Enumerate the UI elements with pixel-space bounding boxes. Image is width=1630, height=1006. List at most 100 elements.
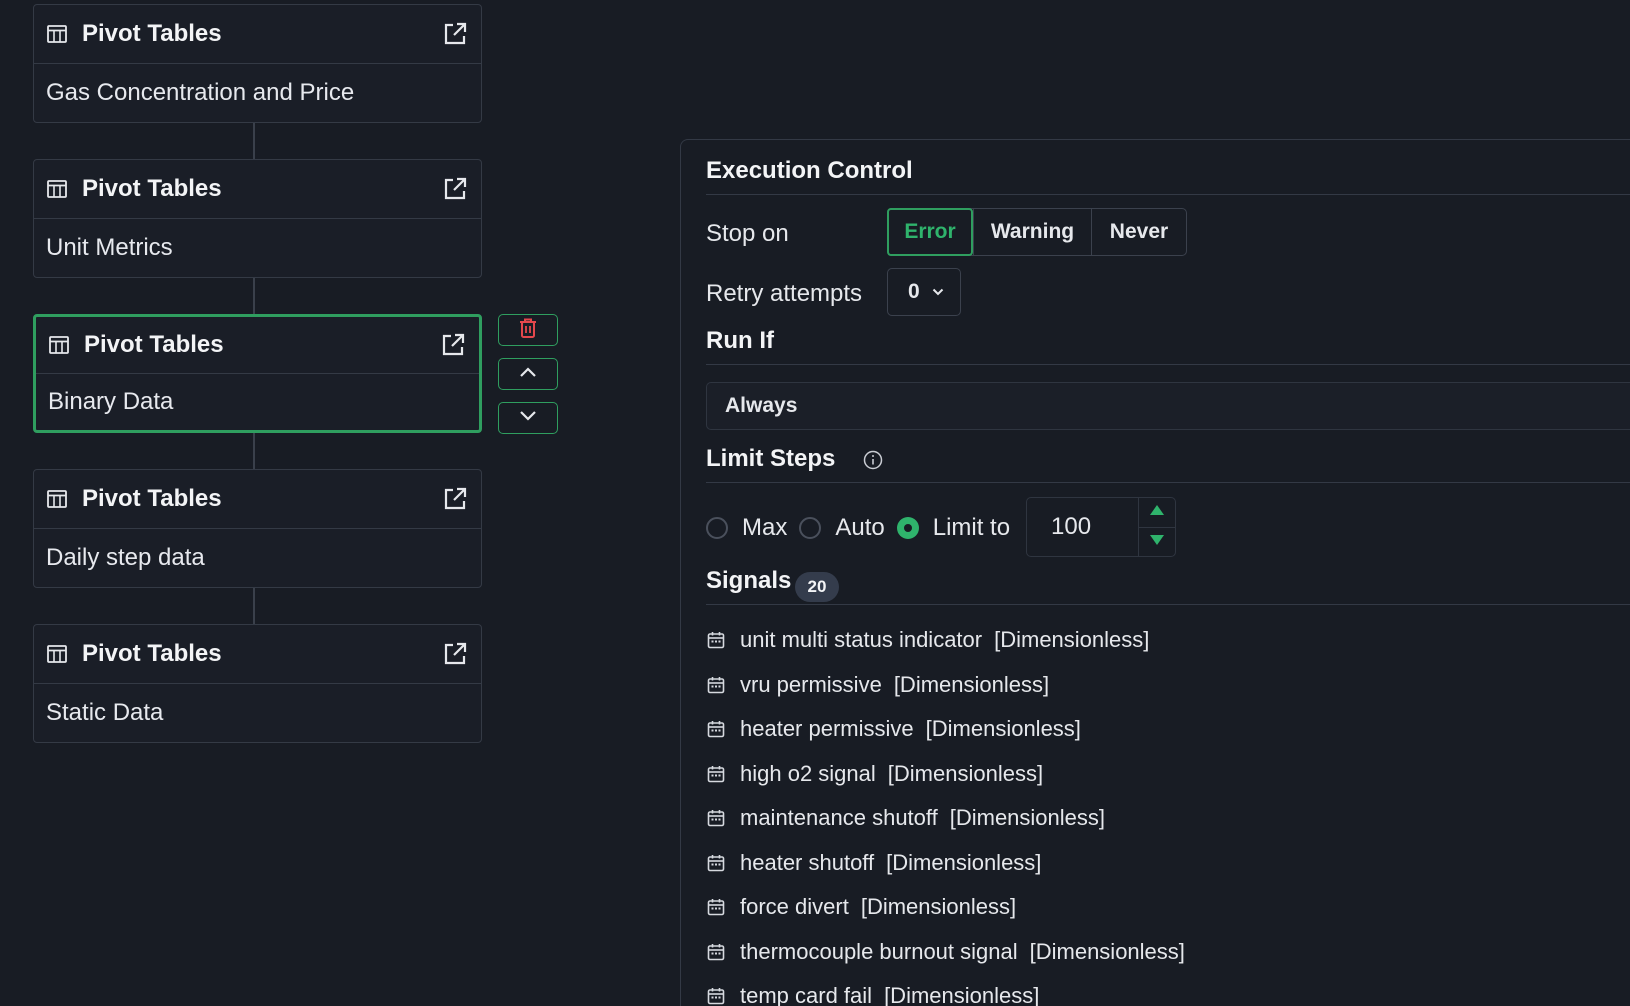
stop-on-error-option[interactable]: Error	[887, 208, 973, 256]
flow-node-selected[interactable]: Pivot Tables Binary Data	[33, 314, 482, 433]
chevron-down-icon	[519, 409, 537, 427]
signal-unit: [Dimensionless]	[886, 849, 1042, 875]
table-icon	[46, 643, 68, 665]
node-header: Pivot Tables	[34, 5, 481, 64]
limit-steps-title: Limit Steps	[706, 445, 836, 472]
number-stepper	[1138, 498, 1175, 556]
signal-item[interactable]: high o2 signal [Dimensionless]	[706, 752, 1185, 797]
stop-on-warning-option[interactable]: Warning	[973, 209, 1091, 255]
limit-steps-radio-group: Max Auto Limit to	[706, 498, 1022, 558]
retry-attempts-value: 0	[908, 280, 920, 303]
triangle-up-icon	[1149, 503, 1165, 521]
decrement-button[interactable]	[1139, 526, 1175, 557]
node-type-label: Pivot Tables	[82, 640, 222, 667]
table-icon	[46, 488, 68, 510]
calendar-icon	[706, 897, 726, 917]
signal-name: vru permissive	[740, 671, 882, 697]
node-name: Static Data	[46, 699, 164, 726]
info-icon[interactable]	[862, 449, 884, 471]
signal-name: heater permissive	[740, 716, 914, 742]
section-divider	[706, 194, 1630, 195]
flow-connector	[253, 123, 255, 159]
move-up-button[interactable]	[498, 358, 558, 390]
signal-item[interactable]: heater permissive [Dimensionless]	[706, 707, 1185, 752]
signal-unit: [Dimensionless]	[860, 894, 1017, 920]
node-header: Pivot Tables	[34, 625, 481, 684]
app-root: Pivot Tables Gas Concentration and Price…	[0, 0, 1630, 1006]
flow-node[interactable]: Pivot Tables Gas Concentration and Price	[33, 4, 482, 123]
signal-item[interactable]: temp card fail [Dimensionless]	[706, 974, 1185, 1006]
run-if-select[interactable]: Always	[706, 382, 1630, 430]
table-icon	[46, 178, 68, 200]
limit-max-radio[interactable]	[706, 517, 728, 539]
section-divider	[706, 482, 1630, 483]
flow-connector	[253, 433, 255, 469]
flow-node[interactable]: Pivot Tables Unit Metrics	[33, 159, 482, 278]
signal-item[interactable]: thermocouple burnout signal [Dimensionles…	[706, 930, 1185, 975]
signals-count-badge: 20	[795, 572, 839, 602]
node-name: Gas Concentration and Price	[46, 79, 355, 106]
signal-unit: [Dimensionless]	[884, 983, 1040, 1006]
calendar-icon	[706, 630, 726, 650]
signal-item[interactable]: force divert [Dimensionless]	[706, 885, 1185, 930]
external-link-icon[interactable]	[441, 640, 469, 668]
limit-to-radio[interactable]	[896, 517, 919, 539]
node-settings-panel: Execution Control Stop on Error Warning …	[680, 139, 1630, 1006]
run-if-title: Run If	[706, 327, 774, 354]
flow-canvas: Pivot Tables Gas Concentration and Price…	[0, 0, 620, 1006]
stop-on-never-option[interactable]: Never	[1091, 209, 1186, 255]
signal-name: temp card fail	[740, 983, 873, 1006]
delete-node-button[interactable]	[498, 314, 558, 346]
flow-node[interactable]: Pivot Tables Static Data	[33, 624, 482, 743]
node-header: Pivot Tables	[34, 160, 481, 219]
limit-auto-label: Auto	[835, 514, 885, 541]
signal-name: maintenance shutoff	[740, 805, 938, 831]
signal-item[interactable]: unit multi status indicator [Dimensionles…	[706, 618, 1185, 663]
signal-name: high o2 signal	[740, 760, 876, 786]
limit-steps-number-input[interactable]: 100	[1026, 497, 1176, 557]
trash-icon	[518, 317, 538, 344]
external-link-icon[interactable]	[441, 20, 469, 48]
section-divider	[706, 364, 1630, 365]
retry-attempts-select[interactable]: 0	[887, 268, 961, 316]
signal-unit: [Dimensionless]	[1029, 938, 1185, 964]
triangle-down-icon	[1149, 533, 1165, 551]
node-header: Pivot Tables	[34, 470, 481, 529]
signal-unit: [Dimensionless]	[949, 805, 1106, 831]
chevron-down-icon	[932, 288, 944, 296]
flow-connector	[253, 588, 255, 624]
calendar-icon	[706, 764, 726, 784]
calendar-icon	[706, 675, 726, 695]
signal-unit: [Dimensionless]	[887, 760, 1044, 786]
limit-max-label: Max	[742, 514, 788, 541]
external-link-icon[interactable]	[441, 175, 469, 203]
move-down-button[interactable]	[498, 402, 558, 434]
external-link-icon[interactable]	[439, 331, 467, 359]
execution-control-title: Execution Control	[706, 157, 913, 184]
signals-title: Signals	[706, 567, 792, 594]
flow-node[interactable]: Pivot Tables Daily step data	[33, 469, 482, 588]
signal-item[interactable]: vru permissive [Dimensionless]	[706, 663, 1185, 708]
signal-name: heater shutoff	[740, 849, 875, 875]
signal-name: unit multi status indicator	[740, 627, 983, 653]
signal-item[interactable]: maintenance shutoff [Dimensionless]	[706, 796, 1185, 841]
limit-auto-radio[interactable]	[799, 517, 822, 539]
node-type-label: Pivot Tables	[82, 485, 222, 512]
node-type-label: Pivot Tables	[82, 20, 222, 47]
increment-button[interactable]	[1139, 498, 1175, 527]
signal-unit: [Dimensionless]	[925, 716, 1081, 742]
chevron-up-icon	[519, 365, 537, 383]
run-if-value: Always	[725, 394, 798, 417]
section-divider	[706, 604, 1630, 605]
retry-attempts-label: Retry attempts	[706, 280, 863, 307]
calendar-icon	[706, 986, 726, 1006]
node-type-label: Pivot Tables	[82, 175, 222, 202]
limit-steps-value[interactable]: 100	[1027, 513, 1138, 541]
signal-name: force divert	[740, 894, 849, 920]
node-name: Binary Data	[48, 388, 174, 415]
external-link-icon[interactable]	[441, 485, 469, 513]
stop-on-segmented-control: Error Warning Never	[887, 208, 1187, 256]
signal-item[interactable]: heater shutoff [Dimensionless]	[706, 841, 1185, 886]
node-header: Pivot Tables	[36, 317, 479, 374]
calendar-icon	[706, 853, 726, 873]
